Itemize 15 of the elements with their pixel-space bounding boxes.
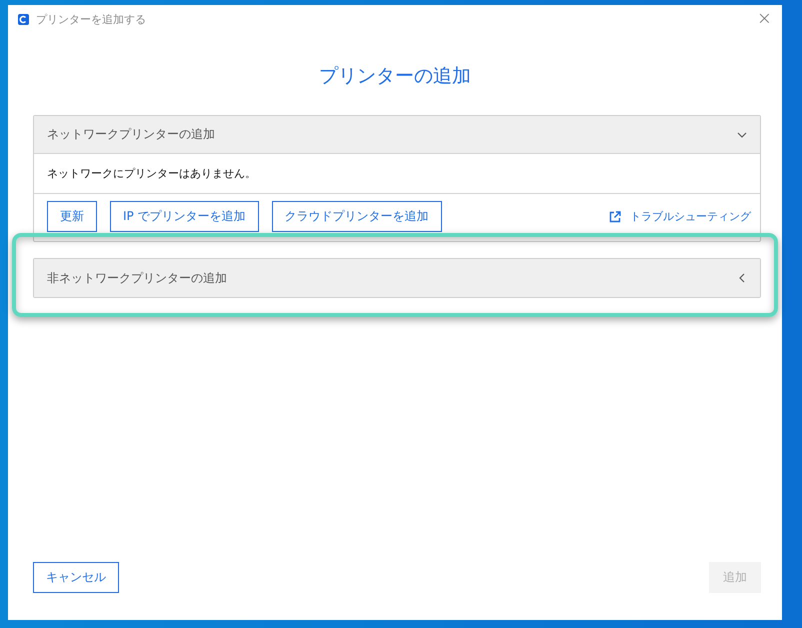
app-logo-icon	[18, 14, 29, 24]
window-title: プリンターを追加する	[36, 12, 147, 26]
troubleshooting-link[interactable]: トラブルシューティング	[609, 209, 751, 224]
action-button[interactable]: IP でプリンターを追加	[110, 201, 259, 232]
close-button[interactable]: ×	[756, 10, 772, 28]
chevron-down-icon	[737, 130, 747, 140]
cancel-button[interactable]: キャンセル	[33, 562, 119, 593]
status-message: ネットワークにプリンターはありません。	[34, 154, 760, 194]
action-button[interactable]: クラウドプリンターを追加	[272, 201, 442, 232]
accordion-header[interactable]: ネットワークプリンターの追加	[34, 116, 760, 154]
chevron-left-icon	[737, 273, 747, 283]
action-button[interactable]: 更新	[47, 201, 97, 232]
dialog-heading: プリンターの追加	[318, 64, 472, 89]
accordion-header[interactable]: 非ネットワークプリンターの追加	[34, 259, 760, 297]
external-link-icon	[609, 210, 621, 222]
